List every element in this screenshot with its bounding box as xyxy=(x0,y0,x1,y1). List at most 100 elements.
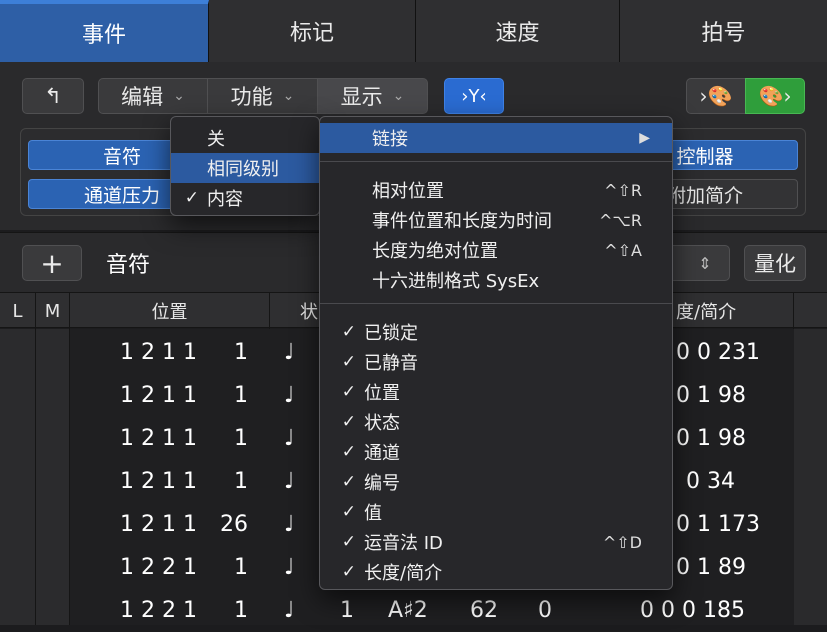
back-arrow-icon: ↰ xyxy=(44,84,62,108)
menu-item-status[interactable]: ✓ 状态 xyxy=(320,407,672,437)
row-position-ticks: 1 xyxy=(234,426,248,451)
row-length: 0 0 231 xyxy=(676,340,760,365)
column-header-length[interactable]: 度/简介 xyxy=(672,293,794,329)
menu-shortcut: ^⇧A xyxy=(604,240,642,260)
row-position: 1 2 1 1 xyxy=(120,512,197,537)
menu-item-link-off[interactable]: 关 xyxy=(171,123,319,153)
view-menu-label: 显示 xyxy=(340,85,383,109)
menu-item-label: 已静音 xyxy=(364,353,418,374)
row-length: 0 0 0 185 xyxy=(640,598,745,623)
menu-item-label: 十六进制格式 SysEx xyxy=(372,271,540,292)
table-row[interactable]: 1 2 2 1 1 ♩ 1 A♯2 62 0 0 0 0 185 xyxy=(0,589,827,632)
checkmark-icon: ✓ xyxy=(341,322,356,342)
row-position-ticks: 1 xyxy=(234,598,248,623)
row-length: 0 1 173 xyxy=(676,512,760,537)
filter-button[interactable]: ›Y‹ xyxy=(444,78,504,114)
row-channel: 1 xyxy=(340,598,354,623)
updown-chevron-icon: ⇕ xyxy=(698,253,712,273)
menu-item-link-content[interactable]: ✓ 内容 xyxy=(171,183,319,213)
row-position-ticks: 1 xyxy=(234,340,248,365)
midi-in-button[interactable]: 🎨› xyxy=(745,78,805,114)
menu-item-label: 相对位置 xyxy=(372,181,444,202)
event-type-tabs: 事件 标记 速度 拍号 xyxy=(0,0,827,62)
note-icon: ♩ xyxy=(284,426,295,451)
checkmark-icon: ✓ xyxy=(341,352,356,372)
row-length: 0 34 xyxy=(686,469,735,494)
edit-menu-button[interactable]: 编辑 ⌄ xyxy=(98,78,208,114)
midi-out-icon: ›🎨 xyxy=(699,84,733,108)
menu-item-label: 内容 xyxy=(207,189,243,210)
row-position: 1 2 1 1 xyxy=(120,383,197,408)
menu-item-link-same-level[interactable]: 相同级别 xyxy=(171,153,319,183)
checkmark-icon: ✓ xyxy=(341,472,356,492)
row-length: 0 1 98 xyxy=(676,426,746,451)
menu-item-articulation-id[interactable]: ✓ 运音法 ID ^⇧D xyxy=(320,527,672,557)
menu-item-label: 事件位置和长度为时间 xyxy=(372,211,552,232)
menu-item-label: 相同级别 xyxy=(207,159,279,180)
add-event-button[interactable]: + xyxy=(22,245,82,281)
midi-in-icon: 🎨› xyxy=(758,84,792,108)
back-button[interactable]: ↰ xyxy=(22,78,84,114)
row-position-ticks: 26 xyxy=(220,512,248,537)
menu-item-label: 运音法 ID xyxy=(364,533,443,554)
note-icon: ♩ xyxy=(284,383,295,408)
menu-item-relative-position[interactable]: 相对位置 ^⇧R xyxy=(320,175,672,205)
checkmark-icon: ✓ xyxy=(341,532,356,552)
chevron-down-icon: ⌄ xyxy=(173,88,185,104)
menu-item-label: 关 xyxy=(207,129,225,150)
row-position-ticks: 1 xyxy=(234,469,248,494)
menu-shortcut: ^⇧R xyxy=(604,180,642,200)
row-length: 0 1 98 xyxy=(676,383,746,408)
tab-signature[interactable]: 拍号 xyxy=(620,0,827,62)
menu-shortcut: ^⌥R xyxy=(599,210,642,230)
tab-tempo[interactable]: 速度 xyxy=(416,0,620,62)
section-title: 音符 xyxy=(106,253,151,278)
column-header-l[interactable]: L xyxy=(0,293,36,329)
menu-item-label: 通道 xyxy=(364,443,400,464)
menu-item-event-position-as-time[interactable]: 事件位置和长度为时间 ^⌥R xyxy=(320,205,672,235)
note-icon: ♩ xyxy=(284,512,295,537)
tab-markers[interactable]: 标记 xyxy=(209,0,416,62)
menu-separator xyxy=(320,161,672,162)
menu-shortcut: ^⇧D xyxy=(602,532,642,552)
note-icon: ♩ xyxy=(284,469,295,494)
menu-item-length-as-absolute[interactable]: 长度为绝对位置 ^⇧A xyxy=(320,235,672,265)
checkmark-icon: ✓ xyxy=(184,188,199,208)
menu-item-label: 已锁定 xyxy=(364,323,418,344)
view-dropdown-menu: 链接 ▶ 相对位置 ^⇧R 事件位置和长度为时间 ^⌥R 长度为绝对位置 ^⇧A… xyxy=(319,116,673,590)
menu-item-label: 长度为绝对位置 xyxy=(372,241,498,262)
submenu-arrow-icon: ▶ xyxy=(639,130,650,146)
menu-item-muted[interactable]: ✓ 已静音 xyxy=(320,347,672,377)
column-header-position[interactable]: 位置 xyxy=(70,293,270,329)
row-position: 1 2 1 1 xyxy=(120,426,197,451)
column-header-status[interactable]: 状 xyxy=(270,293,320,329)
checkmark-icon: ✓ xyxy=(341,412,356,432)
quantize-button[interactable]: 量化 xyxy=(744,245,806,281)
row-length: 0 1 89 xyxy=(676,555,746,580)
chevron-down-icon: ⌄ xyxy=(392,88,405,104)
midi-out-button[interactable]: ›🎨 xyxy=(686,78,746,114)
column-header-m[interactable]: M xyxy=(36,293,70,329)
menu-item-link[interactable]: 链接 ▶ xyxy=(320,123,672,153)
menu-item-position[interactable]: ✓ 位置 xyxy=(320,377,672,407)
menu-item-hex-sysex[interactable]: 十六进制格式 SysEx xyxy=(320,265,672,295)
row-position: 1 2 1 1 xyxy=(120,469,197,494)
functions-menu-button[interactable]: 功能 ⌄ xyxy=(207,78,318,114)
menu-item-channel[interactable]: ✓ 通道 xyxy=(320,437,672,467)
row-velocity: 62 xyxy=(470,598,498,623)
checkmark-icon: ✓ xyxy=(341,562,356,582)
checkmark-icon: ✓ xyxy=(341,502,356,522)
menu-item-length-info[interactable]: ✓ 长度/简介 xyxy=(320,557,672,587)
tab-events[interactable]: 事件 xyxy=(0,0,209,62)
menu-item-number[interactable]: ✓ 编号 xyxy=(320,467,672,497)
plus-icon: + xyxy=(40,246,64,280)
view-menu-button[interactable]: 显示 ⌄ xyxy=(317,78,428,114)
menu-item-label: 编号 xyxy=(364,473,400,494)
row-pitch: A♯2 xyxy=(388,598,428,623)
menu-item-label: 长度/简介 xyxy=(364,563,443,584)
menu-item-label: 链接 xyxy=(372,129,408,150)
row-position-ticks: 1 xyxy=(234,555,248,580)
menu-item-locked[interactable]: ✓ 已锁定 xyxy=(320,317,672,347)
menu-item-value[interactable]: ✓ 值 xyxy=(320,497,672,527)
note-icon: ♩ xyxy=(284,598,295,623)
